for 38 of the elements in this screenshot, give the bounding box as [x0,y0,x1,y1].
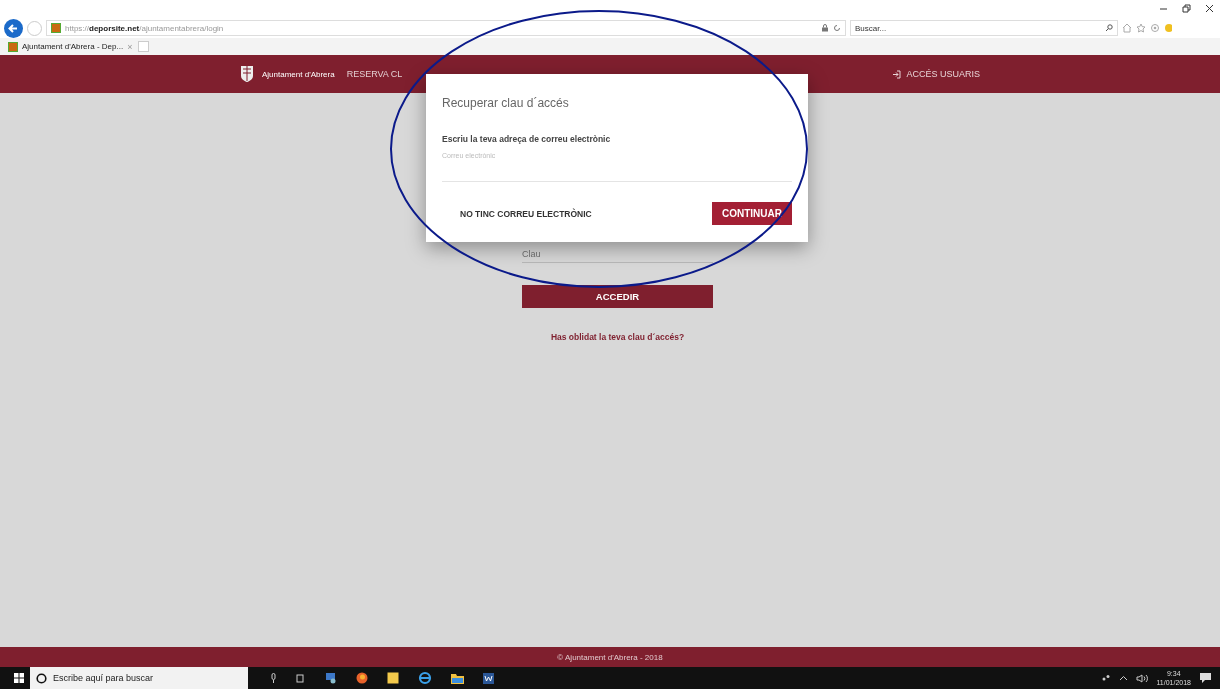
nav-link[interactable]: RESERVA CL [346,69,403,79]
notification-icon[interactable] [1199,672,1212,684]
browser-tab[interactable]: Ajuntament d'Abrera - Dep... × [6,41,135,52]
coat-of-arms-icon [240,65,254,83]
dialog-prompt: Escriu la teva adreça de correu electrònic [442,134,612,144]
favicon-icon [51,23,61,33]
back-button[interactable] [4,18,23,38]
password-field[interactable]: Clau [522,245,713,263]
search-icon[interactable] [1105,24,1113,32]
taskbar-search-field[interactable]: Escribe aquí para buscar [30,667,248,689]
close-icon[interactable] [1205,4,1214,13]
task-view-icon[interactable] [295,673,305,683]
favicon-icon [8,41,18,52]
dialog-title: Recuperar clau d´accés [442,96,570,110]
brand-name[interactable]: Ajuntament d'Abrera [262,69,335,79]
search-field[interactable]: Buscar... [850,20,1118,36]
no-email-button[interactable]: NO TINC CORREU ELECTRÒNIC [442,208,610,219]
windows-start-icon[interactable] [14,673,24,683]
footer-text: © Ajuntament d'Abrera - 2018 [557,652,663,662]
refresh-icon[interactable] [833,24,841,32]
address-bar[interactable]: https://deporsite.net/ajuntamentabrera/login [46,20,846,36]
microphone-icon[interactable] [270,673,277,683]
sticky-note-icon[interactable] [387,672,399,684]
folder-icon[interactable] [451,672,464,684]
word-icon[interactable] [483,672,494,684]
tab-title: Ajuntament d'Abrera - Dep... [22,42,124,51]
restore-icon[interactable] [1182,4,1191,13]
user-access-link[interactable]: ACCÉS USUARIS [892,69,980,79]
login-icon [892,69,902,79]
lock-icon [821,24,829,32]
star-icon[interactable] [1136,23,1146,33]
url-text: https://deporsite.net/ajuntamentabrera/login [65,23,225,33]
continue-button[interactable]: CONTINUAR [712,202,792,225]
forgot-password-link[interactable]: Has oblidat la teva clau d´accés? [522,332,713,342]
speaker-icon[interactable] [1136,673,1149,683]
arrow-left-icon [8,22,19,34]
login-button[interactable]: ACCEDIR [522,285,713,308]
chevron-up-icon[interactable] [1119,675,1129,681]
